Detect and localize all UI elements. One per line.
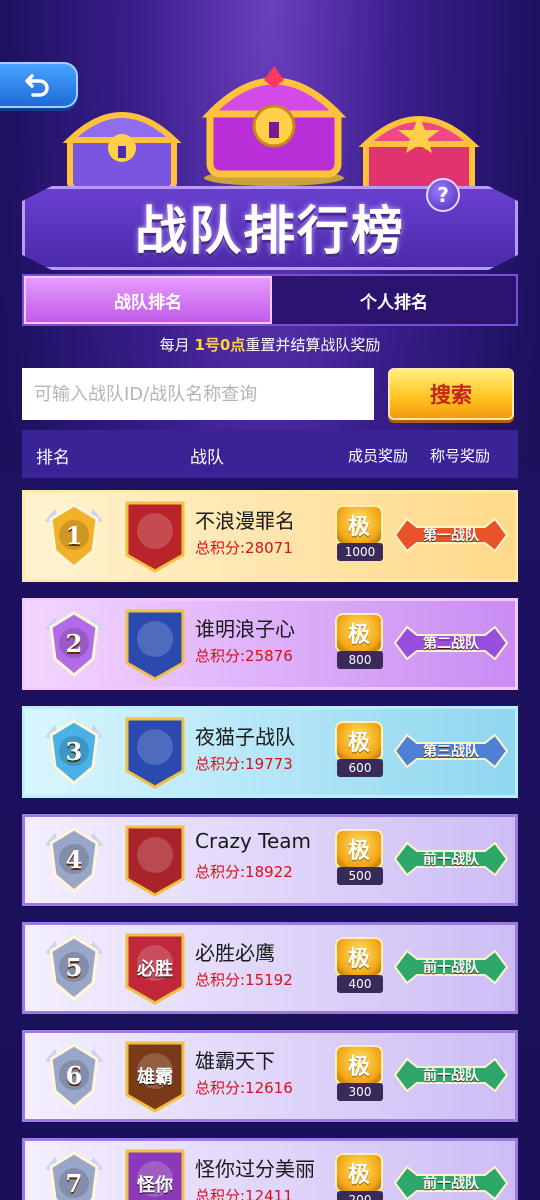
table-row[interactable]: 1 不浪漫罪名 总积分:28071 极 1000 第一战队 (22, 490, 518, 582)
notice-suffix: 重置并结算战队奖励 (245, 336, 381, 354)
team-name: 雄霸天下 (195, 1049, 275, 1073)
table-row[interactable]: 4 Crazy Team 总积分:18922 极 500 前十战队 (22, 814, 518, 906)
title-reward-text: 第三战队 (423, 744, 479, 760)
member-reward: 极 300 (335, 1045, 385, 1101)
team-badge-text: 必胜 (137, 959, 173, 980)
rank-medal-icon: 6 (41, 1041, 107, 1111)
team-score: 总积分:19773 (195, 755, 293, 773)
title-reward-text: 第二战队 (423, 636, 479, 652)
rank-number: 1 (65, 521, 83, 550)
reward-amount: 500 (337, 867, 383, 885)
search-button[interactable]: 搜索 (388, 368, 514, 420)
help-icon[interactable]: ? (426, 178, 460, 212)
tab-team-ranking[interactable]: 战队排名 (24, 276, 272, 324)
rank-number: 3 (65, 737, 83, 766)
tab-personal-ranking[interactable]: 个人排名 (272, 276, 516, 324)
reward-amount: 400 (337, 975, 383, 993)
team-badge-text: 怪你 (137, 1175, 173, 1196)
team-score: 总积分:12616 (195, 1079, 293, 1097)
team-score: 总积分:12411 (195, 1187, 293, 1200)
table-header: 排名 战队 成员奖励 称号奖励 (22, 430, 518, 478)
rank-medal-icon: 3 (41, 717, 107, 787)
notice-highlight: 1号0点 (194, 336, 246, 354)
title-reward-badge: 第三战队 (393, 729, 509, 773)
rank-number: 5 (65, 953, 83, 982)
table-row[interactable]: 3 夜猫子战队 总积分:19773 极 600 第三战队 (22, 706, 518, 798)
reward-amount: 800 (337, 651, 383, 669)
header-member-reward: 成员奖励 (348, 447, 409, 465)
reward-amount: 1000 (337, 543, 383, 561)
title-reward-text: 前十战队 (423, 960, 479, 976)
back-arrow-icon (25, 74, 49, 97)
rank-medal-icon: 4 (41, 825, 107, 895)
title-reward-badge: 前十战队 (393, 1161, 509, 1200)
title-reward-badge: 第二战队 (393, 621, 509, 665)
title-reward-badge: 前十战队 (393, 837, 509, 881)
header-rank: 排名 (36, 448, 70, 468)
table-row[interactable]: 5 必胜 必胜必鹰 总积分:15192 极 400 前十战队 (22, 922, 518, 1014)
reward-amount: 600 (337, 759, 383, 777)
treasure-chest-left-icon (62, 112, 182, 193)
rank-number: 6 (65, 1061, 83, 1090)
team-score: 总积分:15192 (195, 971, 293, 989)
team-name: 怪你过分美丽 (195, 1157, 315, 1181)
team-name: 必胜必鹰 (195, 941, 275, 965)
header-title-reward: 称号奖励 (430, 447, 491, 465)
team-avatar (123, 823, 187, 897)
table-row[interactable]: 2 谁明浪子心 总积分:25876 极 800 第二战队 (22, 598, 518, 690)
team-score: 总积分:18922 (195, 863, 293, 881)
title-reward-text: 前十战队 (423, 1068, 479, 1084)
treasure-chest-right-icon (358, 116, 480, 197)
reward-amount: 300 (337, 1083, 383, 1101)
member-reward: 极 800 (335, 613, 385, 669)
title-reward-text: 前十战队 (423, 1176, 479, 1192)
team-avatar (123, 499, 187, 573)
reward-coin-icon: 极 (335, 937, 383, 977)
rank-number: 4 (65, 845, 83, 874)
member-reward: 极 1000 (335, 505, 385, 561)
team-name: 夜猫子战队 (195, 725, 295, 749)
reward-amount: 200 (337, 1191, 383, 1200)
title-reward-badge: 前十战队 (393, 1053, 509, 1097)
team-name: 谁明浪子心 (195, 617, 295, 641)
reward-coin-icon: 极 (335, 613, 383, 653)
member-reward: 极 400 (335, 937, 385, 993)
reward-coin-icon: 极 (335, 1153, 383, 1193)
team-badge-text: 雄霸 (137, 1067, 173, 1088)
header-team: 战队 (190, 448, 224, 468)
rank-number: 7 (65, 1169, 83, 1198)
table-row[interactable]: 7 怪你 怪你过分美丽 总积分:12411 极 200 前十战队 (22, 1138, 518, 1200)
title-reward-badge: 前十战队 (393, 945, 509, 989)
reward-coin-icon: 极 (335, 829, 383, 869)
team-name: 不浪漫罪名 (195, 509, 295, 533)
team-avatar: 必胜 (123, 931, 187, 1005)
reward-coin-icon: 极 (335, 721, 383, 761)
reward-coin-icon: 极 (335, 505, 383, 545)
rank-medal-icon: 5 (41, 933, 107, 1003)
member-reward: 极 200 (335, 1153, 385, 1200)
reward-coin-icon: 极 (335, 1045, 383, 1085)
team-avatar (123, 715, 187, 789)
treasure-chest-center-icon (201, 66, 347, 186)
tab-bar: 战队排名 个人排名 (22, 274, 518, 326)
team-avatar: 怪你 (123, 1147, 187, 1200)
notice-prefix: 每月 (159, 336, 195, 354)
team-name: Crazy Team (195, 829, 311, 853)
team-avatar (123, 607, 187, 681)
title-reward-text: 第一战队 (423, 528, 479, 544)
reset-notice: 每月 1号0点重置并结算战队奖励 (0, 334, 540, 358)
title-reward-text: 前十战队 (423, 852, 479, 868)
team-score: 总积分:28071 (195, 539, 293, 557)
team-avatar: 雄霸 (123, 1039, 187, 1113)
member-reward: 极 500 (335, 829, 385, 885)
rank-medal-icon: 7 (41, 1149, 107, 1200)
team-score: 总积分:25876 (195, 647, 293, 665)
member-reward: 极 600 (335, 721, 385, 777)
rank-medal-icon: 2 (41, 609, 107, 679)
table-row[interactable]: 6 雄霸 雄霸天下 总积分:12616 极 300 前十战队 (22, 1030, 518, 1122)
title-reward-badge: 第一战队 (393, 513, 509, 557)
rank-number: 2 (65, 629, 83, 658)
search-input[interactable] (22, 368, 374, 420)
rank-medal-icon: 1 (41, 501, 107, 571)
